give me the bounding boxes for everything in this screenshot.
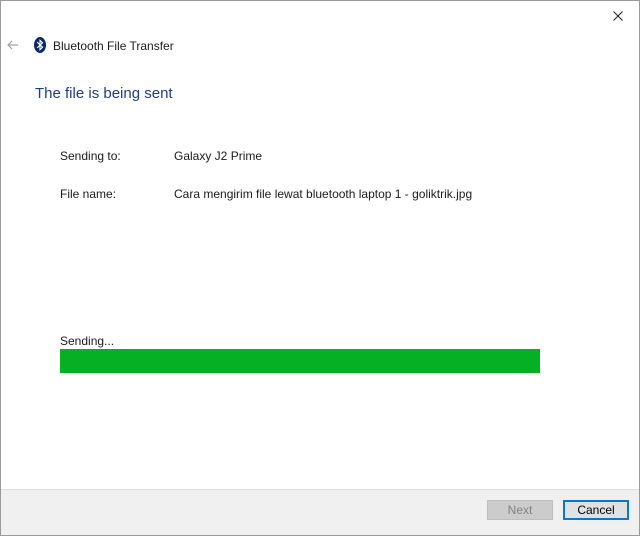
back-button[interactable] — [3, 35, 23, 55]
sending-to-value: Galaxy J2 Prime — [174, 149, 263, 163]
next-button[interactable]: Next — [487, 500, 553, 520]
sending-to-label: Sending to: — [60, 149, 121, 163]
dialog-footer: Next Cancel — [1, 489, 639, 535]
transfer-progress-bar — [60, 349, 540, 373]
file-name-label: File name: — [60, 187, 117, 201]
page-heading: The file is being sent — [35, 85, 173, 102]
window-title: Bluetooth File Transfer — [53, 39, 174, 53]
back-arrow-icon — [7, 40, 18, 50]
file-name-value: Cara mengirim file lewat bluetooth lapto… — [174, 187, 473, 201]
bluetooth-icon — [34, 37, 46, 53]
close-icon — [613, 11, 623, 21]
transfer-status-text: Sending... — [60, 334, 115, 348]
cancel-button[interactable]: Cancel — [563, 500, 629, 520]
bluetooth-transfer-window: Bluetooth File Transfer The file is bein… — [0, 0, 640, 536]
transfer-progress-fill — [60, 349, 540, 373]
close-button[interactable] — [603, 3, 633, 29]
